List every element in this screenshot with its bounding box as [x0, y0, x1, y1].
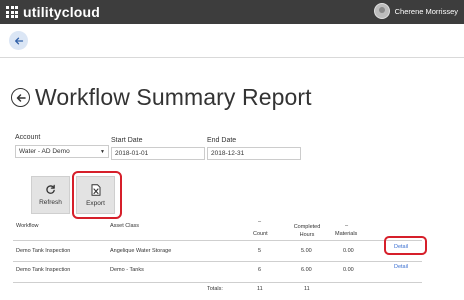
app-grid-icon	[6, 6, 18, 18]
brand-name: utilitycloud	[23, 4, 101, 20]
page-title-text: Workflow Summary Report	[35, 84, 312, 110]
refresh-icon	[46, 184, 55, 194]
cell-materials: 0.00	[343, 248, 354, 254]
cell-count: 5	[258, 248, 262, 254]
back-button[interactable]	[9, 31, 28, 50]
detail-link[interactable]: Detail	[394, 264, 408, 270]
table-header-row: Workflow Asset Class – Count Completed H…	[13, 219, 422, 240]
header-completed-hours[interactable]: Completed Hours	[292, 223, 322, 239]
top-nav-bar: utilitycloud Cherene Morrissey	[0, 0, 464, 24]
arrow-left-icon	[14, 37, 23, 44]
detail-highlight-annotation	[384, 236, 427, 255]
header-count[interactable]: Count	[253, 231, 268, 237]
totals-label: Totals:	[207, 286, 223, 292]
export-highlight-annotation	[72, 171, 122, 219]
cell-materials: 0.00	[343, 267, 354, 273]
refresh-button[interactable]: Refresh	[31, 176, 70, 214]
total-hours: 11	[304, 286, 310, 292]
header-materials-sort: –	[345, 223, 349, 229]
back-circle-icon[interactable]	[11, 88, 30, 107]
cell-workflow: Demo Tank Inspection	[16, 267, 71, 273]
page-title: Workflow Summary Report	[11, 84, 312, 111]
cell-completed-hours: 5.00	[301, 248, 312, 254]
cell-workflow: Demo Tank Inspection	[16, 248, 71, 254]
cell-asset-class: Angelique Water Storage	[110, 248, 172, 254]
user-name: Cherene Morrissey	[394, 6, 458, 16]
table-totals-row: Totals: 11 11	[13, 283, 422, 297]
table-row: Demo Tank Inspection Demo - Tanks 6 6.00…	[13, 262, 422, 282]
caret-down-icon: ▼	[100, 148, 105, 155]
cell-asset-class: Demo - Tanks	[110, 267, 144, 273]
header-count-sort: –	[258, 219, 262, 225]
account-label: Account	[15, 134, 41, 141]
end-date-label: End Date	[207, 137, 237, 144]
refresh-label: Refresh	[39, 199, 62, 206]
account-select[interactable]: Water - AD Demo ▼	[15, 145, 109, 158]
cell-completed-hours: 6.00	[301, 267, 312, 273]
app-logo[interactable]: utilitycloud	[6, 4, 100, 20]
cell-count: 6	[258, 267, 262, 273]
avatar	[373, 3, 390, 19]
total-count: 11	[257, 286, 263, 292]
header-asset-class[interactable]: Asset Class	[110, 223, 139, 229]
header-workflow[interactable]: Workflow	[16, 223, 39, 229]
header-materials[interactable]: Materials	[335, 231, 357, 237]
arrow-left-icon	[16, 93, 26, 102]
start-date-input[interactable]: 2018-01-01	[111, 147, 205, 160]
user-menu[interactable]: Cherene Morrissey	[373, 3, 458, 19]
start-date-label: Start Date	[111, 137, 143, 144]
account-select-value: Water - AD Demo	[19, 148, 70, 155]
back-bar	[0, 24, 464, 58]
end-date-input[interactable]: 2018-12-31	[207, 147, 301, 160]
table-row: Demo Tank Inspection Angelique Water Sto…	[13, 241, 422, 261]
